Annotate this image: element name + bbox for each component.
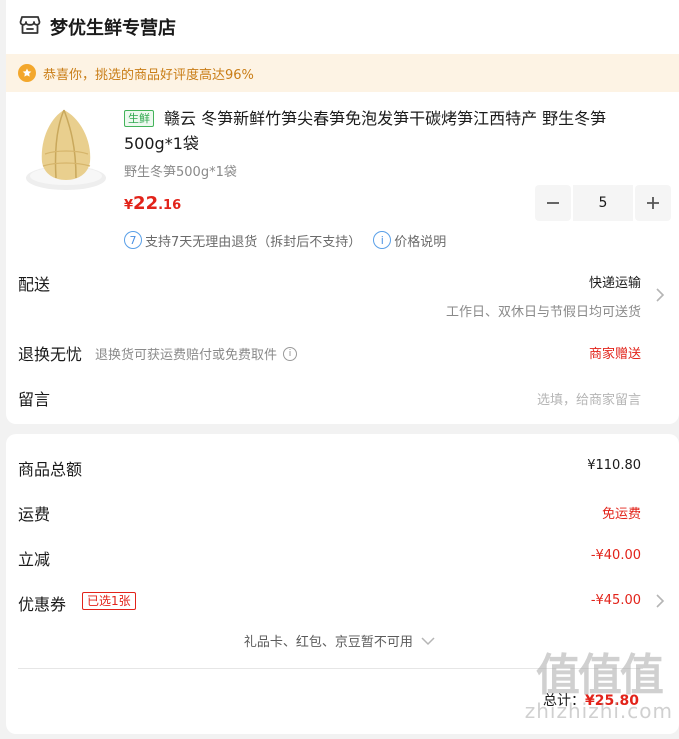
coupon-value[interactable]: -¥45.00 [591, 593, 641, 608]
discount-value: -¥40.00 [590, 548, 641, 563]
delivery-note: 工作日、双休日与节假日均可送货 [445, 305, 641, 320]
chevron-down-icon [421, 637, 435, 646]
increase-button[interactable] [635, 185, 671, 221]
discount-label: 立减 [18, 550, 51, 569]
shipping-value: 免运费 [601, 507, 641, 522]
product-price: ¥22.16 [124, 193, 181, 214]
message-input[interactable]: 选填，给商家留言 [537, 389, 641, 408]
quantity-stepper: 5 [535, 185, 671, 221]
coupon-chevron-icon[interactable] [655, 593, 665, 609]
returns-value: 商家赠送 [588, 347, 641, 362]
price-note-link[interactable]: 价格说明 [394, 231, 446, 250]
product-title[interactable]: 赣云 冬笋新鲜竹笋尖春笋免泡发笋干碳烤笋江西特产 野生冬笋500g*1袋 [124, 106, 654, 156]
returns-desc: 退换货可获运费赔付或免费取件 i [95, 344, 298, 363]
coupon-selected-tag[interactable]: 已选1张 [82, 592, 136, 610]
store-header[interactable]: 梦优生鲜专营店 [18, 12, 176, 42]
price-decimal: .16 [158, 198, 182, 213]
quantity-value[interactable]: 5 [573, 185, 633, 221]
minus-icon [547, 202, 559, 204]
shipping-label: 运费 [18, 505, 51, 524]
order-item-card: 梦优生鲜专营店 恭喜你，挑选的商品好评度高达96% 赣云 冬笋新鲜竹笋尖春笋免泡… [6, 0, 679, 424]
price-currency: ¥ [124, 198, 134, 213]
returns-desc-text: 退换货可获运费赔付或免费取件 [95, 348, 278, 363]
product-spec: 野生冬笋500g*1袋 [124, 165, 237, 180]
product-image[interactable] [20, 104, 112, 196]
delivery-chevron-icon[interactable] [655, 287, 665, 303]
policy-text: 支持7天无理由退货（拆封后不支持） [145, 234, 362, 250]
congrats-banner: 恭喜你，挑选的商品好评度高达96% [6, 54, 679, 92]
watermark-logo: 值值值 zhizhizhi.com [524, 650, 673, 723]
price-integer: 22 [133, 193, 159, 214]
delivery-method[interactable]: 快递运输 [589, 272, 641, 291]
unavailable-text: 礼品卡、红包、京豆暂不可用 [243, 635, 413, 650]
fresh-tag: 生鲜 [124, 110, 154, 127]
message-label: 留言 [18, 390, 51, 409]
congrats-text: 恭喜你，挑选的商品好评度高达96% [43, 67, 254, 83]
store-icon [18, 13, 42, 41]
medal-icon [18, 64, 36, 82]
plus-icon [647, 197, 659, 209]
coupon-label: 优惠券 [18, 595, 67, 614]
goods-total-label: 商品总额 [18, 460, 83, 479]
decrease-button[interactable] [535, 185, 571, 221]
returns-label: 退换无忧 [18, 345, 83, 364]
watermark-small: zhizhizhi.com [524, 699, 673, 723]
seven-day-icon: 7 [124, 231, 142, 249]
goods-total-value: ¥110.80 [587, 458, 641, 473]
info-icon[interactable]: i [373, 231, 392, 249]
return-policy: 7 支持7天无理由退货（拆封后不支持） i 价格说明 [124, 229, 446, 251]
store-name: 梦优生鲜专营店 [50, 18, 176, 39]
watermark-big: 值值值 [535, 650, 664, 701]
delivery-label: 配送 [18, 275, 51, 294]
unavailable-note[interactable]: 礼品卡、红包、京豆暂不可用 [0, 631, 679, 650]
info-icon[interactable]: i [283, 346, 298, 361]
